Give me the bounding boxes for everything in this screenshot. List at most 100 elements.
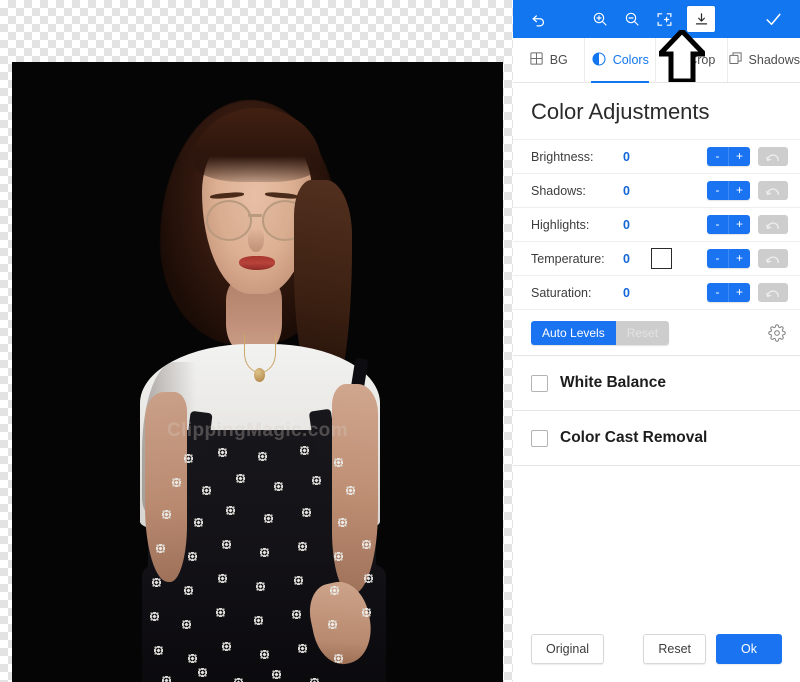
necklace-pendant (254, 368, 265, 382)
shadows-minus-button[interactable]: - (707, 181, 729, 200)
adjustment-label: Brightness: (531, 150, 623, 164)
floral-motif (328, 620, 337, 629)
reset-button[interactable]: Reset (643, 634, 706, 664)
ok-button[interactable]: Ok (716, 634, 782, 664)
tab-shadows-label: Shadows (749, 53, 800, 67)
adjustment-value: 0 (623, 150, 651, 164)
floral-motif (234, 678, 243, 682)
panel-tabs: BG Colors Crop (513, 38, 800, 83)
floral-motif (298, 644, 307, 653)
undo-arrow-icon[interactable] (523, 5, 553, 33)
clipping-magic-editor: ClippingMagic.com (0, 0, 800, 682)
highlights-reset-button[interactable] (758, 215, 788, 234)
white-balance-row[interactable]: White Balance (513, 356, 800, 411)
grid-four-panes-icon (529, 51, 544, 69)
floral-motif (184, 586, 193, 595)
overlapping-squares-icon (728, 51, 743, 69)
lips (239, 256, 275, 270)
zoom-in-icon[interactable] (585, 5, 615, 33)
highlights-stepper: - + (707, 215, 750, 234)
tab-crop-label: Crop (688, 53, 715, 67)
floral-motif (182, 620, 191, 629)
temperature-color-swatch[interactable] (651, 248, 672, 269)
brightness-stepper: - + (707, 147, 750, 166)
saturation-stepper: - + (707, 283, 750, 302)
floral-motif (226, 506, 235, 515)
floral-motif (260, 650, 269, 659)
zoom-out-icon[interactable] (617, 5, 647, 33)
brightness-reset-button[interactable] (758, 147, 788, 166)
floral-motif (264, 514, 273, 523)
floral-motif (334, 552, 343, 561)
adjustment-value: 0 (623, 252, 651, 266)
adjustment-row-saturation: Saturation: 0 - + (513, 275, 800, 309)
adjustment-value: 0 (623, 286, 651, 300)
highlights-minus-button[interactable]: - (707, 215, 729, 234)
adjustment-row-temperature: Temperature: 0 - + (513, 241, 800, 275)
eyeglass-lens-left (206, 200, 252, 241)
white-balance-checkbox[interactable] (531, 375, 548, 392)
temperature-plus-button[interactable]: + (729, 249, 750, 268)
floral-motif (254, 616, 263, 625)
fit-to-screen-icon[interactable] (649, 5, 679, 33)
floral-motif (256, 582, 265, 591)
saturation-reset-button[interactable] (758, 283, 788, 302)
checkmark-icon[interactable] (758, 5, 788, 33)
floral-motif (364, 574, 373, 583)
auto-levels-button[interactable]: Auto Levels (531, 321, 616, 345)
floral-motif (302, 508, 311, 517)
floral-motif (162, 510, 171, 519)
tab-bg[interactable]: BG (513, 38, 585, 82)
auto-levels-group: Auto Levels Reset (531, 321, 669, 345)
color-cast-removal-row[interactable]: Color Cast Removal (513, 411, 800, 466)
floral-motif (334, 654, 343, 663)
shadows-reset-button[interactable] (758, 181, 788, 200)
floral-motif (222, 540, 231, 549)
floral-motif (272, 670, 281, 679)
floral-motif (346, 486, 355, 495)
gear-icon[interactable] (768, 324, 786, 342)
auto-levels-reset-button[interactable]: Reset (616, 321, 669, 345)
floral-motif (156, 544, 165, 553)
eyeglass-bridge (248, 214, 262, 217)
panel-footer: Original Reset Ok (513, 616, 800, 682)
floral-motif (298, 542, 307, 551)
image-canvas[interactable]: ClippingMagic.com (0, 0, 513, 682)
floral-motif (334, 458, 343, 467)
temperature-minus-button[interactable]: - (707, 249, 729, 268)
floral-motif (260, 548, 269, 557)
brightness-minus-button[interactable]: - (707, 147, 729, 166)
subject-photo[interactable]: ClippingMagic.com (12, 62, 503, 682)
arm-right (332, 384, 378, 594)
floral-motif (310, 678, 319, 682)
highlights-plus-button[interactable]: + (729, 215, 750, 234)
crop-icon (667, 51, 682, 69)
floral-motif (274, 482, 283, 491)
floral-motif (172, 478, 181, 487)
floral-motif (152, 578, 161, 587)
floral-motif (330, 586, 339, 595)
adjustment-row-shadows: Shadows: 0 - + (513, 173, 800, 207)
floral-motif (258, 452, 267, 461)
tab-shadows[interactable]: Shadows (728, 38, 800, 82)
saturation-plus-button[interactable]: + (729, 283, 750, 302)
adjustment-label: Shadows: (531, 184, 623, 198)
download-icon[interactable] (687, 6, 715, 32)
adjustment-row-highlights: Highlights: 0 - + (513, 207, 800, 241)
temperature-reset-button[interactable] (758, 249, 788, 268)
color-cast-removal-checkbox[interactable] (531, 430, 548, 447)
shadows-plus-button[interactable]: + (729, 181, 750, 200)
original-button[interactable]: Original (531, 634, 604, 664)
floral-motif (202, 486, 211, 495)
nose (248, 228, 264, 252)
tab-colors[interactable]: Colors (585, 38, 657, 82)
brightness-plus-button[interactable]: + (729, 147, 750, 166)
tab-bg-label: BG (550, 53, 568, 67)
editor-side-panel: BG Colors Crop (513, 0, 800, 682)
saturation-minus-button[interactable]: - (707, 283, 729, 302)
floral-motif (338, 518, 347, 527)
color-adjustment-list: Brightness: 0 - + Shadows: 0 - (513, 139, 800, 309)
adjustment-label: Highlights: (531, 218, 623, 232)
floral-motif (218, 574, 227, 583)
tab-crop[interactable]: Crop (656, 38, 728, 82)
